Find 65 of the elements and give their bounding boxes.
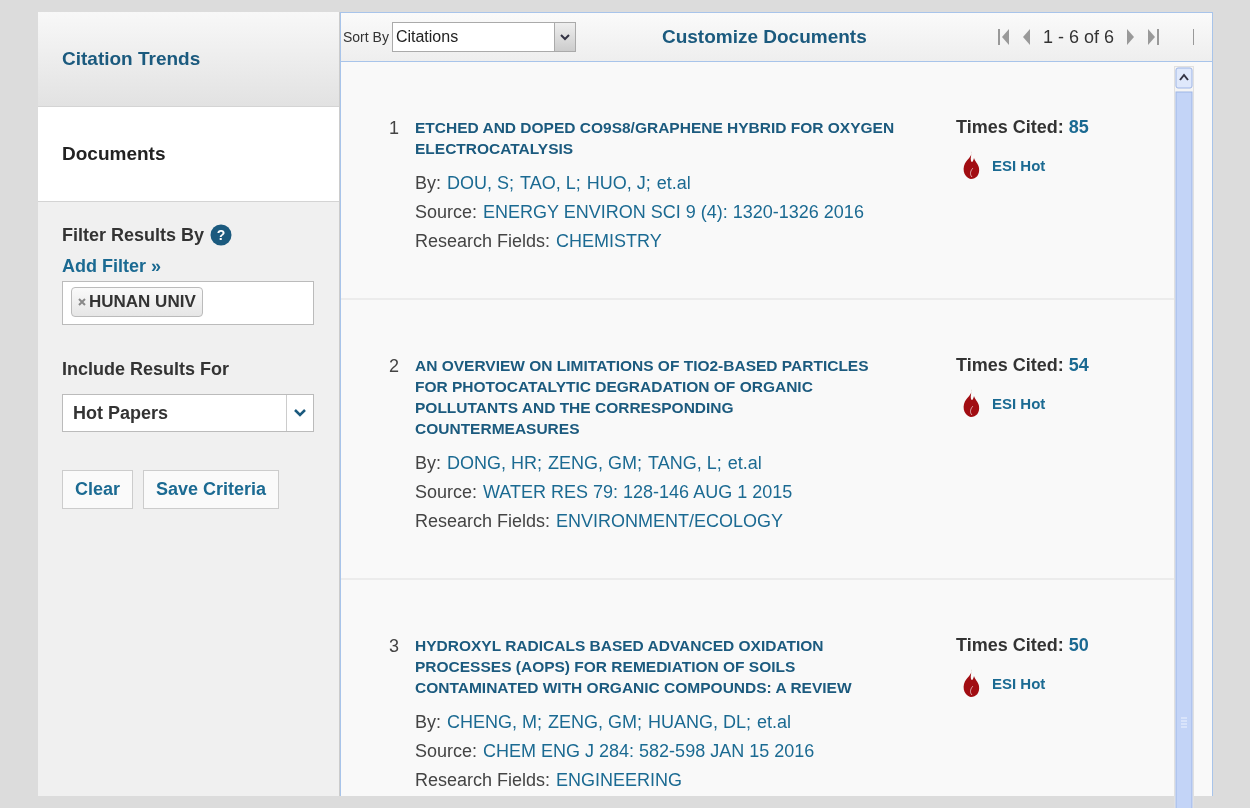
document-title-link[interactable]: AN OVERVIEW ON LIMITATIONS OF TIO2-BASED PARTICLES FOR PHOTOCATALYTIC DEGRADATION OF ORGANIC POLLUTANTS AND THE CORRESPONDING COUNTERMEASURES [415,355,897,439]
result-number: 1 [389,119,400,140]
author-link[interactable]: DONG, HR; [447,453,543,474]
author-link[interactable]: et.al [727,453,762,474]
sort-dropdown[interactable]: Citations [391,22,576,52]
source-label: Source: [415,741,478,762]
author-link[interactable]: et.al [656,173,691,194]
author-link[interactable]: DOU, S; [447,173,515,194]
research-field-link[interactable]: ENVIRONMENT/ECOLOGY [556,511,784,532]
times-cited-count[interactable]: 85 [1068,117,1089,138]
author-link[interactable]: ZENG, GM; [548,453,643,474]
author-link[interactable]: CHENG, M; [447,712,543,733]
scrollbar[interactable] [1174,66,1194,808]
chevron-down-icon [559,33,570,41]
filter-heading: Filter Results By [62,224,205,246]
author-link[interactable]: HUO, J; [586,173,651,194]
filter-field[interactable]: HUNAN UNIV [62,281,314,325]
times-cited-count[interactable]: 50 [1068,635,1089,656]
author-link[interactable]: TANG, L; [648,453,722,474]
authors-label: By: [415,453,441,474]
sidebar-tab[interactable]: Documents [38,107,339,202]
criteria-button[interactable]: Save Criteria [143,470,280,509]
remove-icon[interactable] [78,298,86,306]
criteria-button[interactable]: Clear [62,470,134,509]
research-fields-label: Research Fields: [415,511,551,532]
source-label: Source: [415,482,478,503]
source-link[interactable]: CHEM ENG J 284: 582-598 JAN 15 2016 [483,741,815,762]
chevron-down-icon [294,409,306,417]
source-label: Source: [415,202,478,223]
author-link[interactable]: HUANG, DL; [648,712,752,733]
esi-hot-label: ESI Hot [992,394,1046,412]
sort-label: Sort By [343,29,389,45]
authors-label: By: [415,712,441,733]
document-title-link[interactable]: ETCHED AND DOPED CO9S8/GRAPHENE HYBRID FOR OXYGEN ELECTROCATALYSIS [415,117,897,159]
include-dropdown[interactable]: Hot Papers [62,394,314,432]
times-cited-label: Times Cited: [956,355,1064,376]
customize-link[interactable]: Customize Documents [661,26,867,48]
esi-hot-label: ESI Hot [992,674,1046,692]
sidebar-tab[interactable]: Citation Trends [38,12,339,107]
times-cited-count[interactable]: 54 [1068,355,1089,376]
result-number: 2 [389,357,400,378]
authors-label: By: [415,173,441,194]
first-page-icon[interactable] [997,28,1010,46]
research-fields-label: Research Fields: [415,770,551,791]
source-link[interactable]: WATER RES 79: 128-146 AUG 1 2015 [483,482,793,503]
source-link[interactable]: ENERGY ENVIRON SCI 9 (4): 1320-1326 2016 [483,202,864,223]
times-cited-label: Times Cited: [956,635,1064,656]
help-icon[interactable]: ? [210,224,233,246]
page-count: 1 - 6 of 6 [1042,26,1114,48]
filter-tag[interactable]: HUNAN UNIV [71,287,203,317]
previous-page-icon[interactable] [1021,28,1031,46]
author-link[interactable]: TAO, L; [520,173,581,194]
research-fields-label: Research Fields: [415,231,551,252]
research-field-link[interactable]: CHEMISTRY [556,231,662,252]
add-filter-link[interactable]: Add Filter » [62,256,161,277]
next-page-icon[interactable] [1126,28,1135,46]
esi-hot-label: ESI Hot [992,156,1046,174]
author-link[interactable]: ZENG, GM; [548,712,643,733]
author-link[interactable]: et.al [757,712,792,733]
include-heading: Include Results For [62,359,231,380]
research-field-link[interactable]: ENGINEERING [556,770,683,791]
times-cited-label: Times Cited: [956,117,1064,138]
result-number: 3 [389,637,400,658]
document-title-link[interactable]: HYDROXYL RADICALS BASED ADVANCED OXIDATION PROCESSES (AOPS) FOR REMEDIATION OF SOILS CONTAMINATED WITH ORGANIC COMPOUNDS: A REVIEW [415,635,897,698]
last-page-icon[interactable] [1147,28,1159,46]
